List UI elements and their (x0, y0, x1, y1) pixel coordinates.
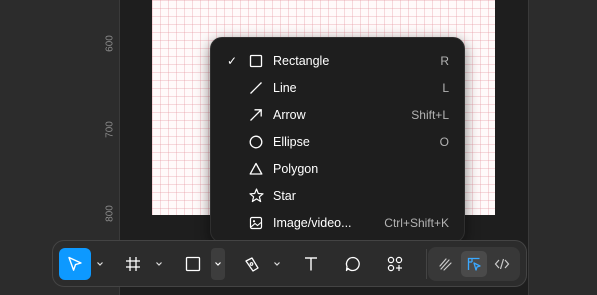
frame-tool-dropdown[interactable] (152, 248, 166, 280)
dev-mode-button[interactable] (489, 251, 515, 277)
frame-icon (124, 255, 142, 273)
bottom-toolbar (52, 240, 527, 287)
ruler-label: 800 (104, 205, 116, 222)
menu-item-label: Arrow (273, 107, 306, 122)
image-icon (248, 215, 264, 231)
actions-tool-button[interactable] (379, 248, 411, 280)
pen-icon (243, 255, 261, 273)
move-tool-dropdown[interactable] (93, 248, 107, 280)
menu-item-shortcut: O (439, 134, 449, 149)
shape-tools-menu: ✓ Rectangle R Line L Arrow Shift+L Ellip… (210, 37, 465, 243)
menu-item-ellipse[interactable]: Ellipse O (211, 128, 466, 155)
polygon-icon (248, 161, 264, 177)
ruler-label: 700 (104, 121, 116, 138)
move-cursor-icon (66, 255, 84, 273)
ellipse-icon (248, 134, 264, 150)
shape-tool-dropdown[interactable] (211, 248, 225, 280)
menu-item-arrow[interactable]: Arrow Shift+L (211, 101, 466, 128)
shape-tool-button[interactable] (177, 248, 209, 280)
text-icon (302, 255, 320, 273)
chevron-down-icon (155, 261, 163, 267)
actions-icon (386, 255, 404, 273)
menu-item-shortcut: R (440, 53, 449, 68)
chevron-down-icon (214, 261, 222, 267)
star-icon (248, 188, 264, 204)
toolbar-divider (426, 249, 427, 279)
menu-item-rectangle[interactable]: ✓ Rectangle R (211, 47, 466, 74)
code-icon (494, 256, 510, 272)
frame-tool-button[interactable] (117, 248, 149, 280)
menu-item-star[interactable]: Star (211, 182, 466, 209)
draw-mode-button[interactable] (433, 251, 459, 277)
comment-tool-button[interactable] (337, 248, 369, 280)
menu-item-polygon[interactable]: Polygon (211, 155, 466, 182)
properties-panel (528, 0, 597, 295)
move-tool-button[interactable] (59, 248, 91, 280)
draw-icon (438, 256, 454, 272)
design-icon (466, 256, 482, 272)
mode-switcher (428, 247, 520, 281)
menu-item-label: Polygon (273, 161, 319, 176)
menu-item-line[interactable]: Line L (211, 74, 466, 101)
menu-item-label: Ellipse (273, 134, 310, 149)
check-icon: ✓ (227, 53, 238, 68)
arrow-icon (248, 107, 264, 123)
menu-item-label: Image/video... (273, 215, 352, 230)
pen-tool-dropdown[interactable] (270, 248, 284, 280)
menu-item-shortcut: Ctrl+Shift+K (384, 215, 449, 230)
rectangle-icon (184, 255, 202, 273)
ruler-label: 600 (104, 35, 116, 52)
menu-item-shortcut: L (442, 80, 449, 95)
menu-item-image-video[interactable]: Image/video... Ctrl+Shift+K (211, 209, 466, 236)
text-tool-button[interactable] (295, 248, 327, 280)
line-icon (248, 80, 264, 96)
menu-item-label: Star (273, 188, 296, 203)
chevron-down-icon (96, 261, 104, 267)
menu-item-label: Rectangle (273, 53, 330, 68)
rectangle-icon (248, 53, 264, 69)
pen-tool-button[interactable] (236, 248, 268, 280)
menu-item-shortcut: Shift+L (411, 107, 449, 122)
design-mode-button[interactable] (461, 251, 487, 277)
chevron-down-icon (273, 261, 281, 267)
menu-item-label: Line (273, 80, 297, 95)
comment-icon (344, 255, 362, 273)
